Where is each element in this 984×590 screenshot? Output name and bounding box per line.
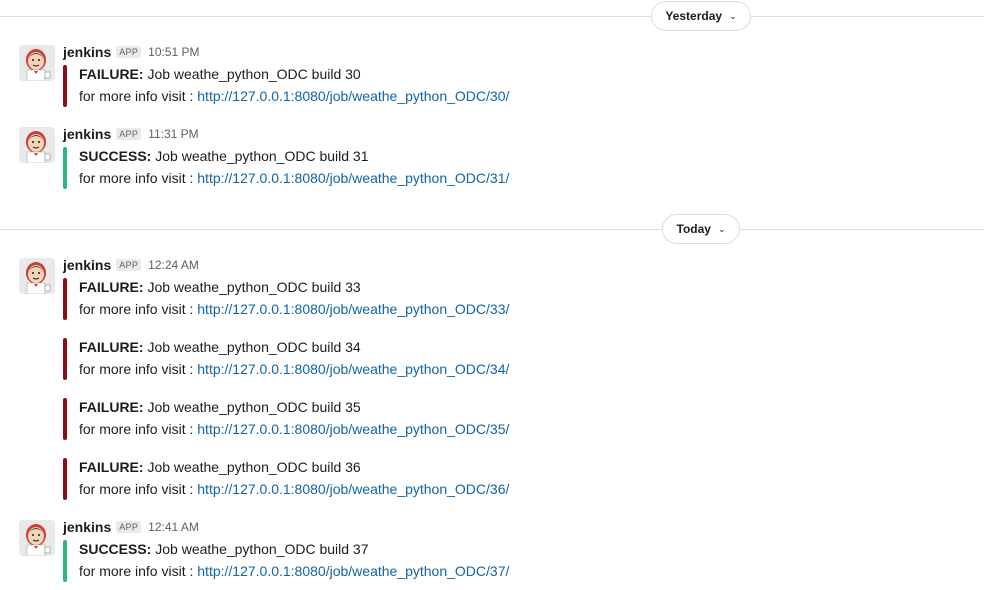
jenkins-butler-icon [19, 258, 55, 294]
info-text: for more info visit : [79, 563, 198, 579]
day-label: Today [676, 222, 711, 236]
status-bar-failure [63, 278, 67, 320]
message-header: jenkins APP 12:24 AM [63, 256, 199, 274]
attachment-info: for more info visit : http://127.0.0.1:8… [79, 480, 509, 498]
day-pill-yesterday[interactable]: Yesterday ⌄ [651, 1, 751, 31]
status-bar-failure [63, 65, 67, 107]
info-text: for more info visit : [79, 88, 198, 104]
sender-name[interactable]: jenkins [63, 519, 111, 535]
sender-name[interactable]: jenkins [63, 126, 111, 142]
chevron-down-icon: ⌄ [729, 10, 737, 21]
job-text: Job weathe_python_ODC build 30 [143, 66, 361, 82]
attachment-title: FAILURE: Job weathe_python_ODC build 30 [79, 65, 361, 83]
attachment-info: for more info visit : http://127.0.0.1:8… [79, 87, 509, 105]
job-text: Job weathe_python_ODC build 35 [143, 399, 361, 415]
status-bar-success [63, 147, 67, 189]
message-header: jenkins APP 12:41 AM [63, 518, 199, 536]
attachment-info: for more info visit : http://127.0.0.1:8… [79, 360, 509, 378]
job-text: Job weathe_python_ODC build 34 [143, 339, 361, 355]
jenkins-avatar[interactable] [19, 45, 55, 81]
info-text: for more info visit : [79, 361, 198, 377]
jenkins-avatar[interactable] [19, 127, 55, 163]
app-badge: APP [116, 46, 142, 58]
chevron-down-icon: ⌄ [717, 223, 726, 234]
status-bar-failure [63, 458, 67, 500]
status-label: SUCCESS: [79, 148, 152, 164]
attachment-title: SUCCESS: Job weathe_python_ODC build 37 [79, 540, 369, 558]
attachment-title: SUCCESS: Job weathe_python_ODC build 31 [79, 147, 369, 165]
app-badge: APP [116, 259, 142, 271]
status-label: FAILURE: [79, 66, 144, 82]
job-text: Job weathe_python_ODC build 36 [143, 459, 361, 475]
jenkins-butler-icon [19, 127, 55, 163]
timestamp[interactable]: 11:31 PM [148, 127, 198, 141]
attachment-info: for more info visit : http://127.0.0.1:8… [79, 300, 509, 318]
status-label: FAILURE: [79, 279, 144, 295]
sender-name[interactable]: jenkins [63, 44, 111, 60]
job-link[interactable]: http://127.0.0.1:8080/job/weathe_python_… [197, 361, 509, 377]
job-link[interactable]: http://127.0.0.1:8080/job/weathe_python_… [197, 481, 509, 497]
jenkins-butler-icon [19, 45, 55, 81]
message-header: jenkins APP 10:51 PM [63, 43, 200, 61]
day-label: Yesterday [665, 9, 723, 23]
job-text: Job weathe_python_ODC build 31 [151, 148, 369, 164]
jenkins-butler-icon [19, 520, 55, 556]
info-text: for more info visit : [79, 421, 198, 437]
app-badge: APP [116, 521, 142, 533]
attachment-title: FAILURE: Job weathe_python_ODC build 35 [79, 398, 361, 416]
attachment-info: for more info visit : http://127.0.0.1:8… [79, 562, 509, 580]
attachment-info: for more info visit : http://127.0.0.1:8… [79, 169, 509, 187]
day-divider-line [0, 229, 984, 230]
day-pill-today[interactable]: Today ⌄ [662, 214, 740, 244]
info-text: for more info visit : [79, 301, 198, 317]
info-text: for more info visit : [79, 170, 198, 186]
jenkins-avatar[interactable] [19, 520, 55, 556]
job-link[interactable]: http://127.0.0.1:8080/job/weathe_python_… [197, 170, 509, 186]
message-feed: Yesterday ⌄ jenkins APP 10:51 PM FAILURE… [0, 0, 984, 590]
timestamp[interactable]: 10:51 PM [148, 45, 199, 59]
info-text: for more info visit : [79, 481, 198, 497]
status-bar-success [63, 540, 67, 582]
attachment-info: for more info visit : http://127.0.0.1:8… [79, 420, 509, 438]
attachment-title: FAILURE: Job weathe_python_ODC build 34 [79, 338, 361, 356]
job-text: Job weathe_python_ODC build 37 [151, 541, 369, 557]
timestamp[interactable]: 12:24 AM [148, 258, 199, 272]
jenkins-avatar[interactable] [19, 258, 55, 294]
status-label: FAILURE: [79, 399, 144, 415]
job-link[interactable]: http://127.0.0.1:8080/job/weathe_python_… [197, 88, 509, 104]
day-divider-line [0, 16, 984, 17]
status-bar-failure [63, 398, 67, 440]
job-link[interactable]: http://127.0.0.1:8080/job/weathe_python_… [197, 301, 509, 317]
message-header: jenkins APP 11:31 PM [63, 125, 199, 143]
job-link[interactable]: http://127.0.0.1:8080/job/weathe_python_… [197, 563, 509, 579]
status-label: SUCCESS: [79, 541, 152, 557]
timestamp[interactable]: 12:41 AM [148, 520, 199, 534]
status-bar-failure [63, 338, 67, 380]
app-badge: APP [116, 128, 142, 140]
status-label: FAILURE: [79, 459, 144, 475]
job-text: Job weathe_python_ODC build 33 [143, 279, 361, 295]
job-link[interactable]: http://127.0.0.1:8080/job/weathe_python_… [197, 421, 509, 437]
attachment-title: FAILURE: Job weathe_python_ODC build 33 [79, 278, 361, 296]
attachment-title: FAILURE: Job weathe_python_ODC build 36 [79, 458, 361, 476]
sender-name[interactable]: jenkins [63, 257, 111, 273]
status-label: FAILURE: [79, 339, 144, 355]
